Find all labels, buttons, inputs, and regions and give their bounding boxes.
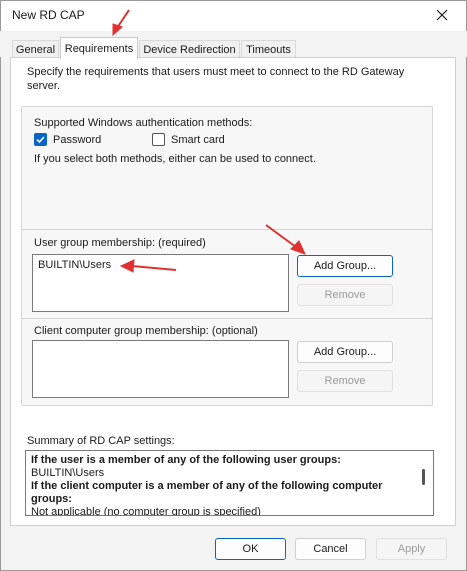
password-checkbox[interactable] (34, 133, 47, 146)
user-group-label: User group membership: (required) (34, 237, 206, 249)
window-title: New RD CAP (12, 8, 85, 22)
summary-label: Summary of RD CAP settings: (27, 435, 175, 447)
intro-text: Specify the requirements that users must… (27, 66, 405, 78)
tab-device-redirection[interactable]: Device Redirection (139, 40, 240, 58)
summary-scrollbar[interactable] (422, 469, 425, 485)
checkmark-icon (36, 136, 45, 144)
client-group-label: Client computer group membership: (optio… (34, 325, 258, 337)
close-button[interactable] (425, 2, 459, 28)
list-item[interactable]: BUILTIN\Users (38, 259, 111, 271)
client-group-listbox[interactable] (32, 340, 289, 398)
cancel-button[interactable]: Cancel (295, 538, 366, 560)
summary-line: Not applicable (no computer group is spe… (31, 506, 261, 516)
ok-button[interactable]: OK (215, 538, 286, 560)
summary-line: If the client computer is a member of an… (31, 480, 383, 492)
tab-timeouts[interactable]: Timeouts (241, 40, 296, 58)
remove-client-group-button[interactable]: Remove (297, 370, 393, 392)
user-group-listbox[interactable]: BUILTIN\Users (32, 254, 289, 312)
smartcard-label: Smart card (171, 134, 225, 146)
intro-text-line2: server. (27, 80, 61, 92)
summary-line: BUILTIN\Users (31, 467, 105, 479)
summary-line: If the user is a member of any of the fo… (31, 454, 341, 466)
summary-line: groups: (31, 493, 72, 505)
apply-button[interactable]: Apply (376, 538, 447, 560)
close-icon (436, 9, 448, 21)
summary-box: If the user is a member of any of the fo… (25, 450, 434, 516)
tab-general[interactable]: General (12, 40, 59, 58)
remove-user-group-button[interactable]: Remove (297, 284, 393, 306)
password-label: Password (53, 134, 102, 146)
add-client-group-button[interactable]: Add Group... (297, 341, 393, 363)
smartcard-checkbox[interactable] (152, 133, 165, 146)
add-user-group-button[interactable]: Add Group... (297, 255, 393, 277)
tab-requirements[interactable]: Requirements (60, 37, 138, 59)
auth-methods-label: Supported Windows authentication methods… (34, 117, 253, 129)
auth-methods-note: If you select both methods, either can b… (34, 153, 316, 165)
